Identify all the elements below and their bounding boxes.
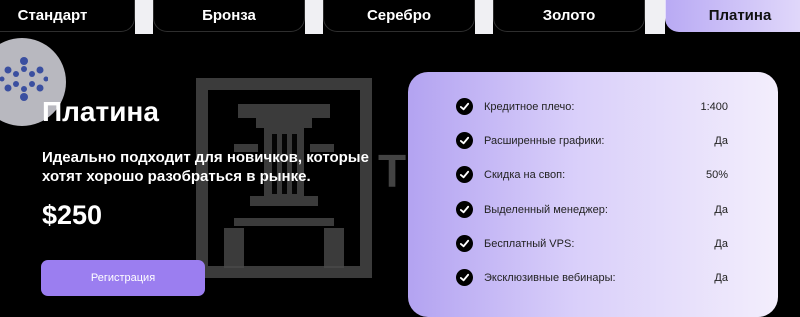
tab-standard[interactable]: Стандарт [0, 0, 135, 32]
feature-label: Расширенные графики: [484, 135, 605, 147]
tab-gap [475, 0, 493, 34]
tab-gap [135, 0, 153, 34]
feature-value: Да [714, 204, 728, 216]
feature-row: Расширенные графики: Да [456, 131, 728, 151]
feature-value: Да [714, 238, 728, 250]
check-icon [456, 235, 473, 252]
tab-gold[interactable]: Золото [493, 0, 645, 32]
feature-row: Бесплатный VPS: Да [456, 234, 728, 254]
tab-gap [645, 0, 665, 34]
feature-label: Эксклюзивные вебинары: [484, 272, 616, 284]
check-icon [456, 201, 473, 218]
check-icon [456, 132, 473, 149]
plan-description: Идеально подходит для новичков, которые … [42, 149, 369, 185]
feature-label: Выделенный менеджер: [484, 204, 608, 216]
feature-value: Да [714, 135, 728, 147]
feature-row: Кредитное плечо: 1:400 [456, 97, 728, 117]
feature-row: Эксклюзивные вебинары: Да [456, 268, 728, 288]
tab-silver[interactable]: Серебро [323, 0, 475, 32]
feature-row: Скидка на своп: 50% [456, 165, 728, 185]
feature-label: Кредитное плечо: [484, 101, 575, 113]
plan-price: $250 [42, 200, 103, 230]
plan-title: Платина [42, 96, 159, 127]
check-icon [456, 166, 473, 183]
register-button[interactable]: Регистрация [41, 260, 205, 296]
feature-label: Бесплатный VPS: [484, 238, 575, 250]
feature-value: 50% [705, 169, 728, 181]
features-card: Кредитное плечо: 1:400 Расширенные графи… [408, 72, 778, 317]
check-icon [456, 269, 473, 286]
tab-platinum[interactable]: Платина [665, 0, 800, 32]
feature-value: Да [714, 272, 728, 284]
feature-label: Скидка на своп: [484, 169, 566, 181]
tab-gap [305, 0, 323, 34]
plan-tabs: Стандарт Бронза Серебро Золото Платина [0, 0, 800, 36]
tab-bronze[interactable]: Бронза [153, 0, 305, 32]
check-icon [456, 98, 473, 115]
network-dots-icon [0, 57, 48, 101]
feature-row: Выделенный менеджер: Да [456, 200, 728, 220]
feature-value: 1:400 [700, 101, 728, 113]
